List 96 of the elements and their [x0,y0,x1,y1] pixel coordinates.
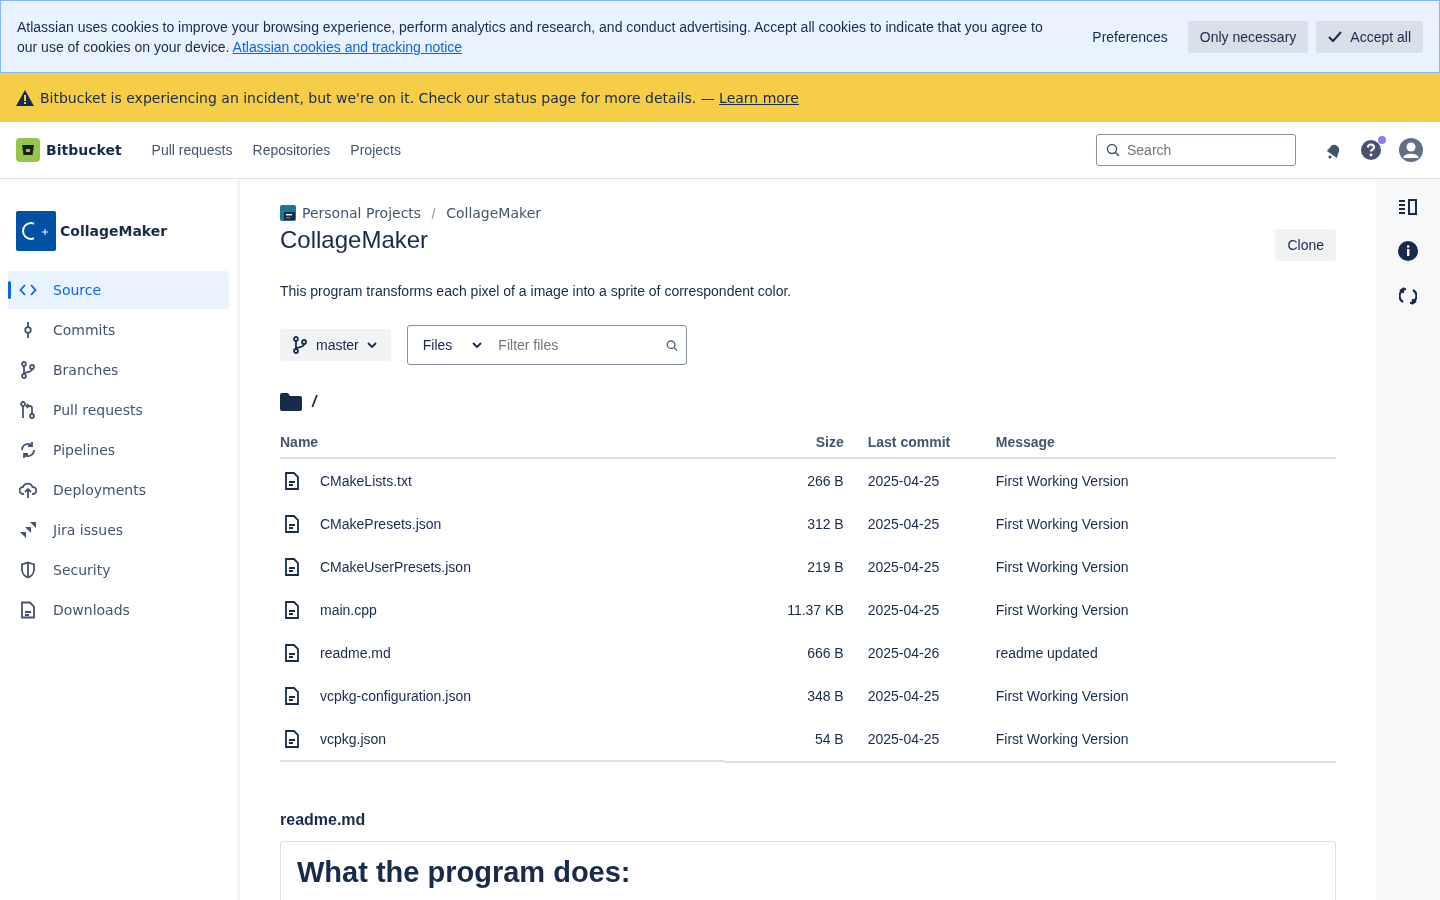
file-size: 348 B [806,686,844,706]
sync-icon [19,441,37,459]
branch-dropdown[interactable]: master [280,329,391,361]
repo-name[interactable]: CollageMaker [60,223,168,239]
nav-link[interactable]: Repositories [252,142,331,158]
file-size: 266 B [723,458,844,502]
file-link[interactable]: main.cpp [280,600,377,619]
filter-files-field[interactable]: Filter files [496,336,666,354]
commit-date: 2025-04-25 [843,458,972,502]
cookie-notice-text: Atlassian uses cookies to improve your browsing experience, perform analytics and research, and conduct advertising. Accept all cookies to indicate that you agree to our use of cookies on your device. Atlassian cookies and tracking notice [17,17,1044,57]
commit-message: First Working Version [994,514,1130,534]
sidebar-item[interactable]: Pipelines [8,431,229,469]
file-link[interactable]: readme.md [280,643,391,662]
repo-description: This program transforms each pixel of a image into a sprite of correspondent color. [280,283,793,299]
folder-icon [280,393,302,411]
filter-type-dropdown[interactable]: Files [407,326,487,364]
learn-more-link[interactable]: Learn more [719,89,799,106]
file-size: 11.37 KB [786,600,844,620]
commit-message: readme updated [994,643,1099,663]
file-icon [284,643,300,662]
stacked-arrows-icon [19,521,37,539]
file-icon [284,557,300,576]
file-icon [284,600,300,619]
sidebar-item[interactable]: Jira issues [8,511,229,549]
file-size: 666 B [806,643,844,663]
incident-message: Bitbucket is experiencing an incident, but we're on it. Check our status page for more details. — Learn more [40,89,799,106]
file-icon [284,514,300,533]
file-link[interactable]: CMakePresets.json [280,514,442,533]
column-header: Message [971,427,1336,458]
pull-request-icon [19,401,37,419]
nav-link[interactable]: Pull requests [151,142,233,158]
commit-date: 2025-04-25 [843,717,972,762]
file-icon [284,729,300,748]
bucket-logo-icon[interactable] [16,138,40,162]
file-size: 54 B [723,717,844,762]
commit-date: 2025-04-25 [866,514,941,534]
cookie-button[interactable]: Accept all [1316,20,1423,53]
clone-button[interactable]: Clone [1275,229,1336,261]
column-header: Name [280,427,724,458]
commit-date: 2025-04-25 [843,588,972,631]
column-header: Last commit [843,427,972,458]
commit-date: 2025-04-26 [866,643,941,663]
sidebar-item[interactable]: Pull requests [8,391,229,429]
search-field[interactable]: Search [1096,134,1296,166]
file-icon [284,686,300,705]
commit-message: First Working Version [994,557,1130,577]
file-link[interactable]: vcpkg.json [280,729,387,748]
check-icon [1328,30,1343,43]
chevron-down-icon [366,342,377,348]
info-icon[interactable] [1398,241,1418,261]
commit-message: First Working Version [994,600,1130,620]
sidebar-item[interactable]: Downloads [8,591,229,629]
file-icon [284,471,300,490]
file-link[interactable]: CMakeUserPresets.json [280,557,471,576]
avatar-icon[interactable] [1398,137,1424,163]
current-path: / [312,393,317,411]
warning-icon [16,89,34,106]
nav-link[interactable]: Projects [350,142,401,158]
commit-date: 2025-04-25 [866,686,941,706]
help-icon[interactable] [1360,139,1382,161]
commit-message: First Working Version [971,717,1336,762]
cookie-notice-link[interactable]: Atlassian cookies and tracking notice [232,38,463,55]
file-size: 219 B [806,557,844,577]
repo-avatar [16,211,56,251]
file-link[interactable]: CMakeLists.txt [280,471,412,490]
chevron-down-icon [472,342,483,348]
sidebar-item[interactable]: Commits [8,311,229,349]
sidebar-item[interactable]: Source [8,271,229,309]
breadcrumb-link[interactable]: Personal Projects [302,205,422,221]
readme-filename: readme.md [280,811,367,829]
repo-title: CollageMaker [280,226,429,254]
file-link[interactable]: vcpkg-configuration.json [280,686,471,705]
branch-icon [292,336,308,354]
commit-message: First Working Version [971,458,1336,502]
product-name[interactable]: Bitbucket [46,142,122,158]
document-icon [19,601,37,619]
search-icon [665,338,678,352]
cookie-button[interactable]: Only necessary [1187,20,1309,53]
file-filter[interactable]: Files Filter files [406,325,687,365]
cookie-button[interactable]: Preferences [1080,20,1180,53]
column-header: Size [723,427,844,458]
breadcrumb-link[interactable]: CollageMaker [446,205,541,221]
project-icon [280,205,296,221]
file-size: 312 B [806,514,844,534]
branch-icon [19,361,37,379]
cloud-upload-icon [19,481,37,499]
sidebar-item[interactable]: Deployments [8,471,229,509]
sync-icon[interactable] [1399,287,1417,305]
readme-heading: What the program does: [297,856,632,889]
sidebar-item[interactable]: Security [8,551,229,589]
commit-message: First Working Version [994,686,1130,706]
shield-icon [19,561,37,579]
list-panel-icon[interactable] [1399,199,1417,215]
sidebar-item[interactable]: Branches [8,351,229,389]
search-icon [1106,143,1120,157]
commit-date: 2025-04-25 [866,557,941,577]
